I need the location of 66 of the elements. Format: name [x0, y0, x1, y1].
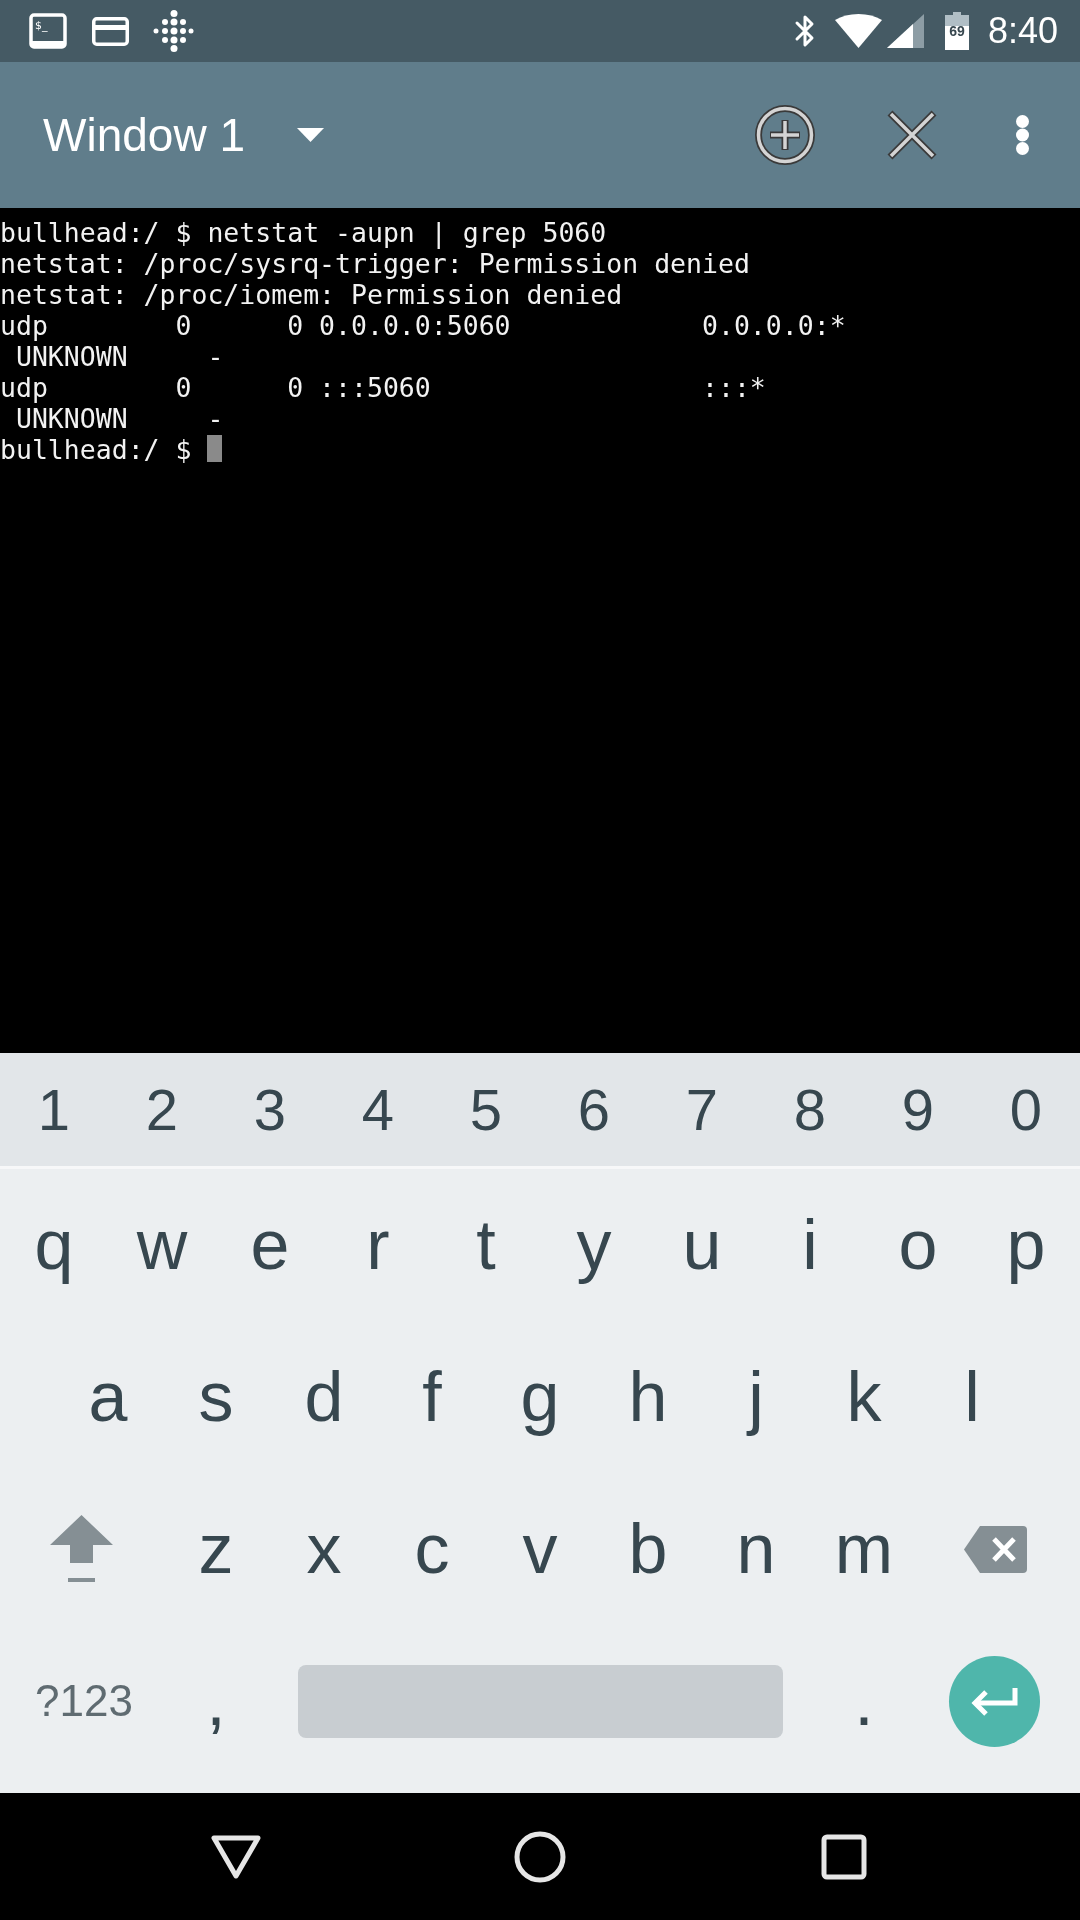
terminal-line: bullhead:/ $ netstat -aupn | grep 5060 — [0, 217, 607, 248]
number-key[interactable]: 0 — [972, 1053, 1080, 1166]
keyboard-key[interactable]: s — [162, 1321, 270, 1473]
number-key[interactable]: 2 — [108, 1053, 216, 1166]
backspace-icon — [963, 1525, 1027, 1573]
more-options-icon[interactable] — [1016, 115, 1029, 155]
home-circle-icon[interactable] — [514, 1830, 566, 1883]
number-key[interactable]: 7 — [648, 1053, 756, 1166]
keyboard-key[interactable]: . — [810, 1625, 918, 1777]
keyboard-key[interactable]: m — [810, 1473, 918, 1625]
keyboard-key[interactable]: p — [972, 1169, 1080, 1321]
keyboard-key[interactable]: j — [702, 1321, 810, 1473]
keyboard-key[interactable]: l — [918, 1321, 1026, 1473]
wifi-icon — [834, 14, 882, 48]
signal-icon — [886, 14, 924, 48]
caret-icon — [296, 128, 324, 142]
terminal-line: UNKNOWN - — [14, 403, 224, 434]
keyboard-key[interactable]: y — [540, 1169, 648, 1321]
number-key[interactable]: 4 — [324, 1053, 432, 1166]
terminal-line: netstat: /proc/iomem: Permission denied — [0, 279, 623, 310]
back-triangle-icon[interactable] — [210, 1833, 262, 1880]
keyboard-key[interactable]: i — [756, 1169, 864, 1321]
keyboard-key[interactable]: v — [486, 1473, 594, 1625]
keyboard-key[interactable]: x — [270, 1473, 378, 1625]
number-key[interactable]: 3 — [216, 1053, 324, 1166]
symbols-key[interactable]: ?123 — [0, 1625, 162, 1777]
text-cursor — [207, 435, 223, 462]
keyboard-key[interactable]: u — [648, 1169, 756, 1321]
keyboard-key[interactable]: c — [378, 1473, 486, 1625]
battery-icon: 69 — [944, 12, 969, 50]
keyboard-key[interactable]: b — [594, 1473, 702, 1625]
keyboard-key[interactable]: a — [54, 1321, 162, 1473]
return-arrow-icon — [969, 1686, 1019, 1716]
terminal-line: netstat: /proc/sysrq-trigger: Permission denied — [0, 248, 750, 279]
number-key[interactable]: 9 — [864, 1053, 972, 1166]
keyboard-key[interactable]: k — [810, 1321, 918, 1473]
window-selector[interactable]: Window 1 — [43, 112, 324, 158]
dot-grid-icon — [153, 10, 194, 52]
terminal-line: udp 0 0 :::5060 :::* — [0, 372, 766, 403]
close-icon[interactable] — [886, 109, 938, 161]
number-key[interactable]: 5 — [432, 1053, 540, 1166]
keyboard-key[interactable]: o — [864, 1169, 972, 1321]
terminal-icon: $_ — [29, 13, 67, 49]
keyboard-key[interactable]: h — [594, 1321, 702, 1473]
keyboard-key[interactable]: d — [270, 1321, 378, 1473]
terminal-line: bullhead:/ $ — [0, 434, 193, 465]
keyboard-key[interactable]: t — [432, 1169, 540, 1321]
number-key[interactable]: 1 — [0, 1053, 108, 1166]
keyboard-key[interactable]: r — [324, 1169, 432, 1321]
number-key[interactable]: 6 — [540, 1053, 648, 1166]
card-icon — [92, 16, 129, 46]
keyboard-key[interactable]: q — [0, 1169, 108, 1321]
add-icon[interactable] — [755, 105, 815, 165]
keyboard-key[interactable]: f — [378, 1321, 486, 1473]
terminal-line: udp 0 0 0.0.0.0:5060 0.0.0.0:* — [0, 310, 846, 341]
keyboard-key[interactable]: w — [108, 1169, 216, 1321]
keyboard-key[interactable]: g — [486, 1321, 594, 1473]
keyboard-key[interactable]: n — [702, 1473, 810, 1625]
number-key[interactable]: 8 — [756, 1053, 864, 1166]
shift-arrow-icon — [49, 1515, 113, 1583]
recents-square-icon[interactable] — [821, 1833, 867, 1880]
keyboard-key[interactable]: z — [162, 1473, 270, 1625]
keyboard-key[interactable]: , — [162, 1625, 270, 1777]
clock-time: 8:40 — [987, 13, 1058, 49]
terminal-line: UNKNOWN - — [14, 341, 224, 372]
keyboard-key[interactable]: e — [216, 1169, 324, 1321]
